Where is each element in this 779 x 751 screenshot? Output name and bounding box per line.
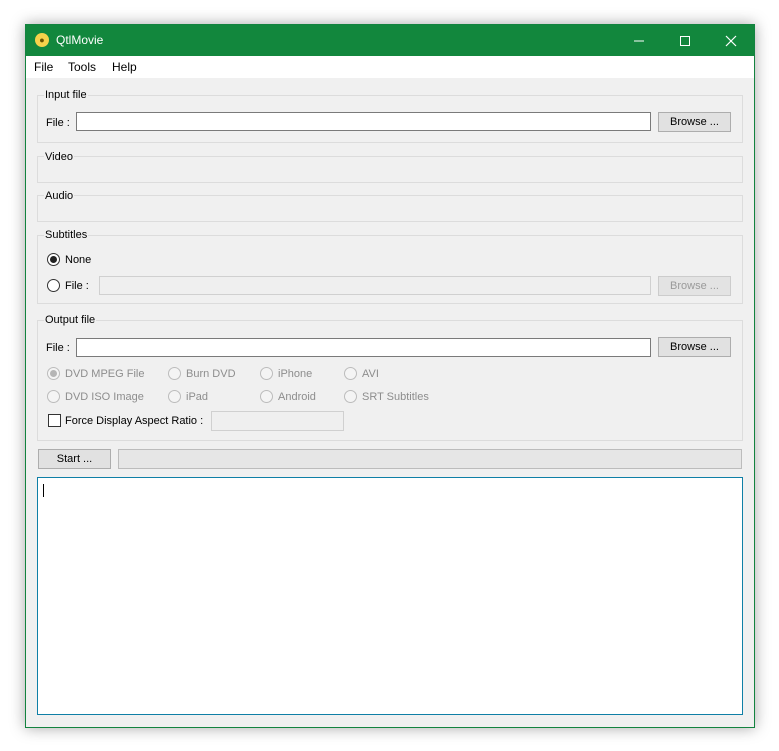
format-avi-label: AVI (362, 368, 379, 380)
format-ipad-radio[interactable] (168, 390, 181, 403)
format-android-radio[interactable] (260, 390, 273, 403)
audio-title: Audio (44, 190, 75, 202)
menu-file[interactable]: File (34, 60, 53, 74)
app-logo-icon: ● (35, 33, 49, 47)
aspect-ratio-field[interactable] (211, 411, 344, 431)
output-file-field[interactable] (76, 338, 651, 357)
format-dvd-mpeg-label: DVD MPEG File (65, 368, 145, 380)
input-browse-button[interactable]: Browse ... (658, 112, 731, 132)
minimize-button[interactable] (616, 25, 662, 56)
close-icon (725, 35, 737, 47)
audio-group (37, 195, 743, 222)
force-aspect-checkbox[interactable] (48, 414, 61, 427)
format-ipad-label: iPad (186, 391, 209, 403)
menu-tools[interactable]: Tools (68, 60, 96, 74)
video-group (37, 156, 743, 183)
input-file-field[interactable] (76, 112, 651, 131)
format-dvd-iso-radio[interactable] (47, 390, 60, 403)
title-bar[interactable]: ● QtlMovie (26, 25, 754, 56)
subtitles-title: Subtitles (44, 229, 89, 241)
main-window: ● QtlMovie File Tools Help Input file Fi… (25, 24, 755, 728)
subtitles-file-radio[interactable] (47, 279, 60, 292)
menu-bar: File Tools Help (26, 56, 754, 78)
subtitles-file-label: File : (65, 280, 89, 292)
input-file-label: File : (46, 117, 70, 129)
video-title: Video (44, 151, 74, 163)
log-textarea[interactable] (37, 477, 743, 715)
format-burn-dvd-radio[interactable] (168, 367, 181, 380)
output-file-title: Output file (44, 314, 97, 326)
progress-bar (118, 449, 742, 469)
maximize-icon (680, 36, 690, 46)
input-file-title: Input file (44, 89, 88, 101)
menu-help[interactable]: Help (112, 60, 137, 74)
force-aspect-label: Force Display Aspect Ratio : (65, 415, 204, 427)
window-title: QtlMovie (56, 33, 104, 47)
subtitles-file-field[interactable] (99, 276, 651, 295)
format-dvd-iso-label: DVD ISO Image (65, 391, 144, 403)
format-srt-radio[interactable] (344, 390, 357, 403)
start-button[interactable]: Start ... (38, 449, 111, 469)
text-caret (43, 484, 44, 497)
format-iphone-label: iPhone (278, 368, 313, 380)
format-dvd-mpeg-radio[interactable] (47, 367, 60, 380)
format-android-label: Android (278, 391, 316, 403)
subtitles-browse-button[interactable]: Browse ... (658, 276, 731, 296)
output-file-label: File : (46, 342, 70, 354)
maximize-button[interactable] (662, 25, 708, 56)
format-srt-label: SRT Subtitles (362, 391, 429, 403)
format-avi-radio[interactable] (344, 367, 357, 380)
close-button[interactable] (708, 25, 754, 56)
subtitles-none-radio[interactable] (47, 253, 60, 266)
subtitles-none-label: None (65, 254, 92, 266)
format-iphone-radio[interactable] (260, 367, 273, 380)
format-burn-dvd-label: Burn DVD (186, 368, 236, 380)
minimize-icon (634, 40, 644, 42)
output-browse-button[interactable]: Browse ... (658, 337, 731, 357)
